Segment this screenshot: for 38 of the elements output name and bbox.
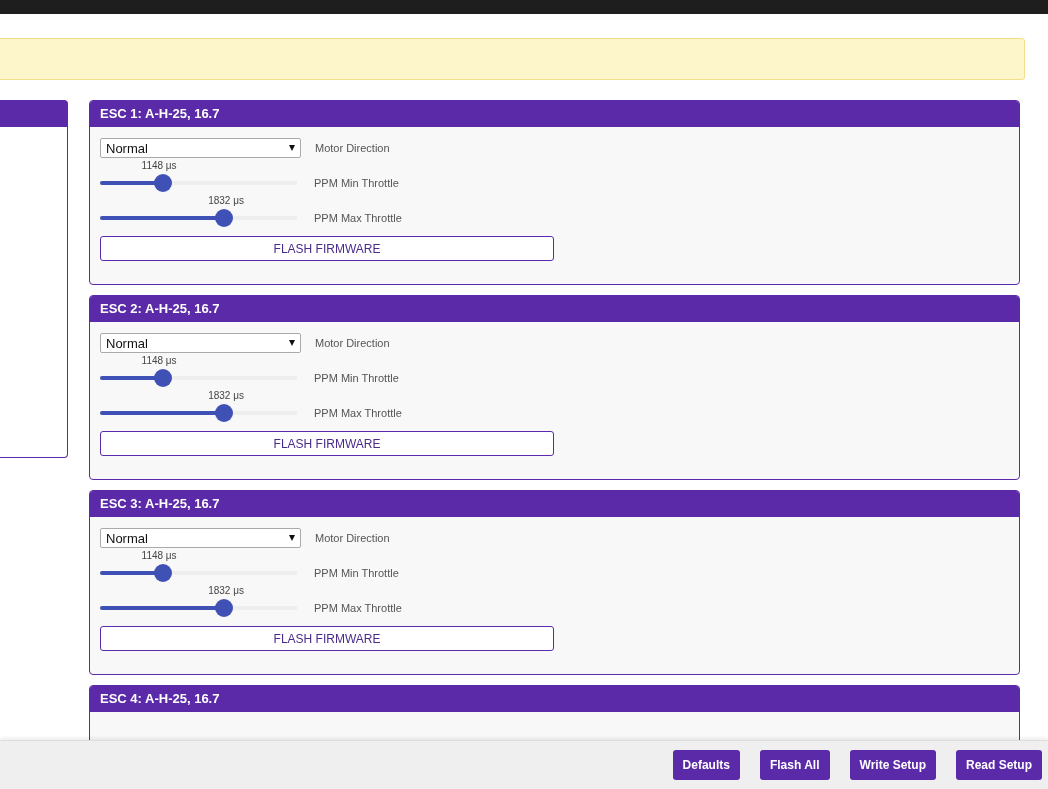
flash-firmware-button[interactable]: FLASH FIRMWARE [100,431,554,456]
slider-value: 1832 μs [208,195,244,206]
caret-icon [289,340,295,346]
direction-select[interactable]: Normal [100,138,301,158]
slider-thumb[interactable] [214,599,233,617]
slider-value: 1148 μs [141,355,177,366]
direction-select[interactable]: Normal [100,333,301,353]
caret-icon [289,535,295,541]
footer-button[interactable]: Flash All [759,750,830,780]
field-label: PPM Max Throttle [314,602,402,614]
field-label: PPM Min Throttle [314,567,399,579]
field-label: Motor Direction [315,337,390,349]
slider-value: 1148 μs [141,160,177,171]
slider-value: 1832 μs [208,390,244,401]
card-title: ESC 3: A-H-25, 16.7 [90,491,1019,517]
flash-firmware-button[interactable]: FLASH FIRMWARE [100,626,554,651]
slider-thumb[interactable] [153,564,172,582]
flash-firmware-button[interactable]: FLASH FIRMWARE [100,236,554,261]
field-label: Motor Direction [315,532,390,544]
field-label: PPM Max Throttle [314,212,402,224]
footer-button[interactable]: Defaults [672,750,740,780]
field-label: PPM Min Throttle [314,177,399,189]
card-title: ESC 4: A-H-25, 16.7 [90,686,1019,712]
caret-icon [289,145,295,151]
slider-thumb[interactable] [214,404,233,422]
field-label: PPM Min Throttle [314,372,399,384]
slider-thumb[interactable] [153,174,172,192]
slider-value: 1832 μs [208,585,244,596]
footer-button[interactable]: Read Setup [956,750,1042,780]
slider-value: 1148 μs [141,550,177,561]
footer-button[interactable]: Write Setup [849,750,936,780]
field-label: PPM Max Throttle [314,407,402,419]
field-label: Motor Direction [315,142,390,154]
slider-thumb[interactable] [214,209,233,227]
direction-select[interactable]: Normal [100,528,301,548]
card-title: ESC 1: A-H-25, 16.7 [90,101,1019,127]
card-title: ESC 2: A-H-25, 16.7 [90,296,1019,322]
slider-thumb[interactable] [153,369,172,387]
